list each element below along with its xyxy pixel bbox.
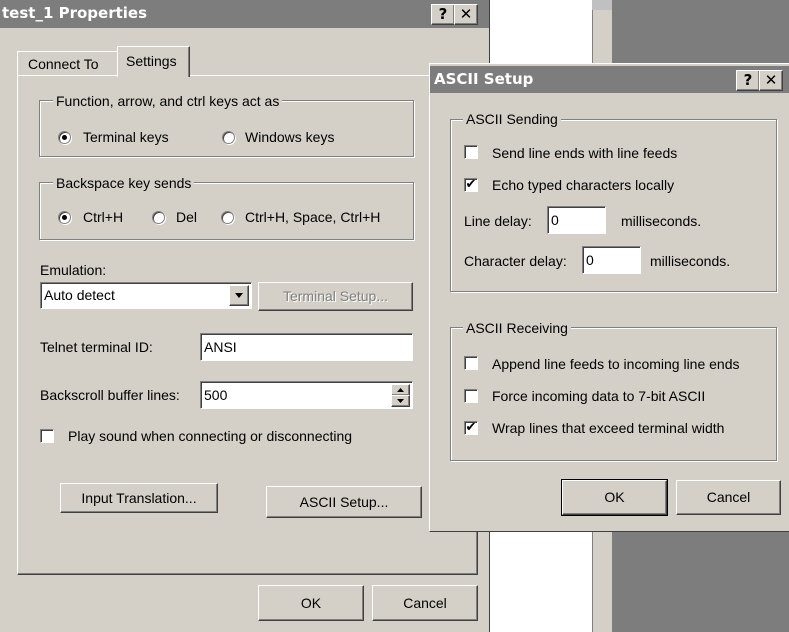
del-radio[interactable] (152, 211, 165, 224)
function-keys-legend: Function, arrow, and ctrl keys act as (53, 93, 283, 109)
terminal-setup-button[interactable]: Terminal Setup... (258, 282, 413, 311)
append-line-feeds-label: Append line feeds to incoming line ends (492, 356, 740, 372)
cancel-label: Cancel (403, 595, 447, 611)
append-line-feeds-checkbox[interactable] (464, 356, 478, 370)
windows-keys-label: Windows keys (245, 129, 335, 145)
close-icon[interactable]: ✕ (454, 4, 478, 25)
char-delay-unit: milliseconds. (650, 253, 731, 269)
char-delay-label: Character delay: (464, 253, 567, 269)
window-title: test_1 Properties (2, 4, 148, 22)
line-delay-input[interactable]: 0 (547, 206, 606, 234)
cancel-button[interactable]: Cancel (372, 585, 478, 621)
terminal-keys-radio[interactable] (58, 131, 71, 144)
background-panel-top-tab (592, 0, 612, 10)
ascii-ok-label: OK (604, 489, 625, 505)
ascii-setup-dialog: ASCII Setup ? ✕ ASCII Sending Send line … (429, 63, 789, 532)
line-delay-value: 0 (551, 212, 559, 228)
backscroll-label: Backscroll buffer lines: (40, 387, 180, 403)
input-translation-button[interactable]: Input Translation... (60, 483, 218, 513)
char-delay-value: 0 (586, 252, 594, 268)
ascii-close-icon[interactable]: ✕ (759, 70, 783, 91)
line-delay-unit: milliseconds. (621, 213, 702, 229)
properties-titlebar: test_1 Properties ? ✕ (0, 0, 489, 28)
tab-settings-label: Settings (126, 53, 177, 69)
ctrl-h-label: Ctrl+H (83, 209, 124, 225)
ctrl-h-space-label: Ctrl+H, Space, Ctrl+H (245, 209, 381, 225)
char-delay-input[interactable]: 0 (582, 246, 641, 274)
echo-typed-checkbox[interactable]: ✔ (464, 178, 478, 192)
tab-connect-to[interactable]: Connect To (17, 51, 118, 75)
arrow-up-icon (397, 388, 404, 392)
tab-settings[interactable]: Settings (117, 46, 190, 77)
ok-button[interactable]: OK (258, 585, 364, 621)
echo-typed-label: Echo typed characters locally (492, 177, 675, 193)
emulation-select[interactable]: Auto detect (40, 282, 252, 309)
chevron-down-icon (235, 293, 243, 298)
backscroll-stepper[interactable]: 500 (200, 381, 413, 409)
telnet-id-label: Telnet terminal ID: (40, 339, 153, 355)
ascii-ok-button[interactable]: OK (561, 479, 668, 516)
force-7bit-label: Force incoming data to 7-bit ASCII (492, 388, 706, 404)
ascii-setup-title: ASCII Setup (434, 70, 534, 88)
ascii-receiving-legend: ASCII Receiving (463, 320, 571, 336)
line-delay-label: Line delay: (464, 213, 532, 229)
windows-keys-radio[interactable] (222, 131, 235, 144)
backspace-legend: Backspace key sends (53, 175, 195, 191)
terminal-setup-label: Terminal Setup... (282, 288, 389, 304)
wrap-lines-checkbox[interactable]: ✔ (464, 421, 478, 435)
play-sound-checkbox[interactable] (40, 429, 54, 443)
input-translation-label: Input Translation... (81, 490, 197, 506)
backscroll-value: 500 (204, 387, 228, 403)
emulation-select-value: Auto detect (44, 287, 115, 303)
telnet-id-value: ANSI (204, 339, 237, 355)
ascii-help-button[interactable]: ? (736, 70, 760, 91)
emulation-label: Emulation: (40, 262, 107, 278)
check-mark-icon: ✔ (465, 420, 477, 435)
properties-window: test_1 Properties ? ✕ Connect To Setting… (0, 0, 490, 632)
ascii-setup-button[interactable]: ASCII Setup... (266, 486, 422, 518)
ctrl-h-space-radio[interactable] (221, 211, 234, 224)
terminal-keys-label: Terminal keys (83, 129, 169, 145)
ascii-cancel-label: Cancel (706, 489, 751, 505)
wrap-lines-label: Wrap lines that exceed terminal width (492, 420, 725, 436)
ascii-cancel-button[interactable]: Cancel (676, 480, 781, 515)
play-sound-label: Play sound when connecting or disconnect… (68, 428, 353, 444)
send-line-ends-label: Send line ends with line feeds (492, 145, 678, 161)
tab-connect-to-label: Connect To (28, 56, 99, 72)
help-button[interactable]: ? (431, 4, 455, 25)
spinner-down-button[interactable] (391, 395, 410, 407)
ascii-setup-titlebar: ASCII Setup ? ✕ (430, 66, 789, 93)
del-label: Del (176, 209, 198, 225)
ok-label: OK (300, 595, 322, 611)
check-mark-icon: ✔ (465, 177, 477, 192)
ctrl-h-radio[interactable] (58, 211, 71, 224)
emulation-dropdown-button[interactable] (229, 285, 249, 306)
telnet-id-input[interactable]: ANSI (200, 333, 413, 361)
ascii-sending-legend: ASCII Sending (463, 111, 561, 127)
send-line-ends-checkbox[interactable] (464, 145, 478, 159)
arrow-down-icon (397, 399, 404, 403)
ascii-setup-label: ASCII Setup... (299, 494, 389, 510)
force-7bit-checkbox[interactable] (464, 389, 478, 403)
